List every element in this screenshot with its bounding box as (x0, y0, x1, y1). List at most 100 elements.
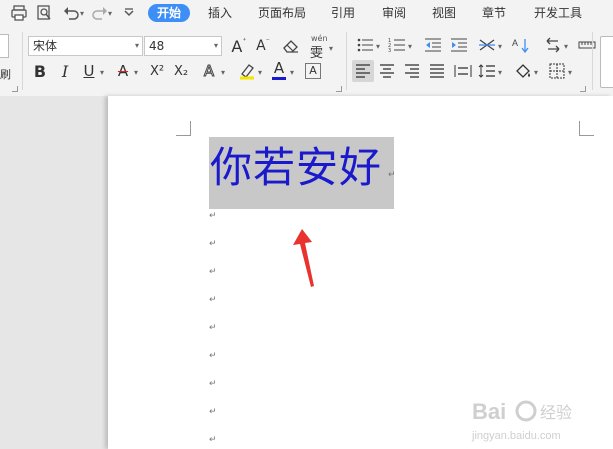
separator (592, 32, 593, 90)
text-direction-button[interactable] (542, 34, 564, 56)
underline-dropdown-icon[interactable]: ▾ (100, 68, 104, 77)
indent-icon (451, 38, 467, 52)
grow-font-icon: A (231, 36, 243, 56)
red-arrow-annotation (293, 229, 314, 287)
chevron-down-icon: ▾ (213, 41, 218, 50)
font-color-dropdown-icon[interactable]: ▾ (290, 68, 294, 77)
borders-button[interactable] (546, 60, 568, 82)
font-name-combo[interactable]: 宋体 ▾ (28, 36, 143, 56)
character-shading-button[interactable]: A (302, 60, 324, 82)
text-effect-dropdown-icon[interactable]: ▾ (221, 68, 225, 77)
tab-section[interactable]: 章节 (482, 5, 506, 21)
chevron-down-icon: ▾ (134, 41, 139, 50)
highlight-dropdown-icon[interactable]: ▾ (258, 68, 262, 77)
grow-font-button[interactable]: A ⁺ (228, 35, 250, 57)
separator (346, 32, 347, 90)
italic-button[interactable]: I (54, 60, 76, 82)
print-icon[interactable] (10, 4, 28, 22)
ruler-icon (578, 41, 596, 49)
sort-icon: A (512, 38, 529, 53)
menu-bar: ▾ ▾ 开始 插入 页面布局 引用 审阅 视图 章节 开发工具 (0, 0, 613, 26)
ribbon-toolbar: 刷 宋体 ▾ 48 ▾ A ⁺ A ⁻ wén 雯 ▾ B I U ▾ A ▾ X²… (0, 26, 613, 97)
line-spacing-button[interactable] (476, 60, 498, 82)
paragraph-mark: ↵ (209, 407, 217, 417)
eraser-icon (283, 40, 298, 53)
up-caret-icon: ⁺ (242, 35, 247, 45)
line-spacing-dropdown-icon[interactable]: ▾ (498, 68, 502, 77)
align-center-button[interactable] (376, 60, 398, 82)
redo-dropdown-icon[interactable]: ▾ (108, 9, 112, 18)
superscript-button[interactable]: X² (146, 60, 168, 82)
print-preview-icon[interactable] (35, 4, 53, 22)
redo-icon[interactable] (91, 4, 109, 22)
paragraph-mark: ↵ (209, 267, 217, 277)
font-size-value: 48 (149, 39, 165, 53)
undo-icon[interactable] (62, 4, 80, 22)
tab-home[interactable]: 开始 (148, 4, 191, 22)
strikethrough-dropdown-icon[interactable]: ▾ (134, 68, 138, 77)
watermark-brand-2: 经验 (540, 403, 572, 422)
columns-button[interactable] (576, 34, 598, 56)
tab-developer[interactable]: 开发工具 (534, 5, 582, 21)
decrease-indent-button[interactable] (422, 34, 444, 56)
bullet-list-button[interactable] (354, 34, 376, 56)
font-color-swatch (272, 76, 286, 80)
text-effect-icon: A (203, 62, 215, 81)
align-left-button[interactable] (352, 60, 374, 82)
paragraph-mark: ↵ (209, 323, 217, 333)
svg-text:A: A (512, 38, 518, 48)
text-effect-button[interactable]: A (198, 60, 220, 82)
strikethrough-button[interactable]: A (112, 60, 134, 82)
chinese-layout-button[interactable] (476, 34, 498, 56)
numbered-list-button[interactable]: 123 (386, 34, 408, 56)
paragraph-mark: ↵ (209, 379, 217, 389)
subscript-button[interactable]: X₂ (170, 60, 192, 82)
font-name-value: 宋体 (33, 39, 58, 53)
paragraph-dialog-launcher[interactable] (580, 86, 586, 92)
bold-button[interactable]: B (29, 60, 51, 82)
customize-toolbar-icon[interactable] (120, 4, 138, 22)
chinese-layout-dropdown-icon[interactable]: ▾ (498, 42, 502, 51)
shading-dropdown-icon[interactable]: ▾ (534, 68, 538, 77)
line-spacing-icon (478, 64, 495, 78)
chevron-down-icon: ▾ (329, 44, 334, 53)
watermark-url: jingyan.baidu.com (471, 430, 561, 442)
highlighter-icon (240, 64, 254, 80)
numbered-dropdown-icon[interactable]: ▾ (408, 42, 412, 51)
bullet-dropdown-icon[interactable]: ▾ (376, 42, 380, 51)
document-background (0, 96, 108, 449)
underline-button[interactable]: U (78, 60, 100, 82)
tab-insert[interactable]: 插入 (208, 5, 232, 21)
text-direction-dropdown-icon[interactable]: ▾ (564, 42, 568, 51)
paragraph-marks-icon (546, 37, 560, 53)
tab-view[interactable]: 视图 (432, 5, 456, 21)
show-hide-marks-button[interactable]: A (510, 34, 532, 56)
phonetic-guide-button[interactable]: wén 雯 ▾ (307, 34, 337, 61)
distributed-align-button[interactable] (452, 60, 474, 82)
clipboard-dialog-launcher[interactable] (12, 86, 18, 92)
font-color-button[interactable]: A (268, 59, 290, 81)
format-painter-label[interactable]: 刷 (0, 66, 11, 82)
separator (22, 32, 23, 90)
undo-dropdown-icon[interactable]: ▾ (80, 9, 84, 18)
numbered-list-icon: 123 (388, 38, 405, 53)
styles-gallery[interactable] (600, 36, 613, 88)
baidu-jingyan-watermark: Bai 经验 jingyan.baidu.com (471, 399, 572, 442)
align-right-button[interactable] (401, 60, 423, 82)
justify-button[interactable] (426, 60, 448, 82)
paste-icon[interactable] (0, 34, 9, 58)
tab-page-layout[interactable]: 页面布局 (258, 5, 306, 21)
watermark-brand: Bai (472, 399, 506, 424)
tab-review[interactable]: 审阅 (382, 5, 406, 21)
document-heading[interactable]: 你若安好 (210, 140, 382, 196)
font-dialog-launcher[interactable] (336, 86, 342, 92)
shading-button[interactable] (512, 60, 534, 82)
borders-dropdown-icon[interactable]: ▾ (568, 68, 572, 77)
tab-references[interactable]: 引用 (331, 5, 355, 21)
clear-format-button[interactable] (280, 35, 302, 57)
shrink-font-button[interactable]: A ⁻ (252, 35, 274, 57)
svg-text:3: 3 (388, 48, 391, 53)
font-size-combo[interactable]: 48 ▾ (144, 36, 222, 56)
increase-indent-button[interactable] (448, 34, 470, 56)
highlight-button[interactable] (236, 60, 258, 82)
